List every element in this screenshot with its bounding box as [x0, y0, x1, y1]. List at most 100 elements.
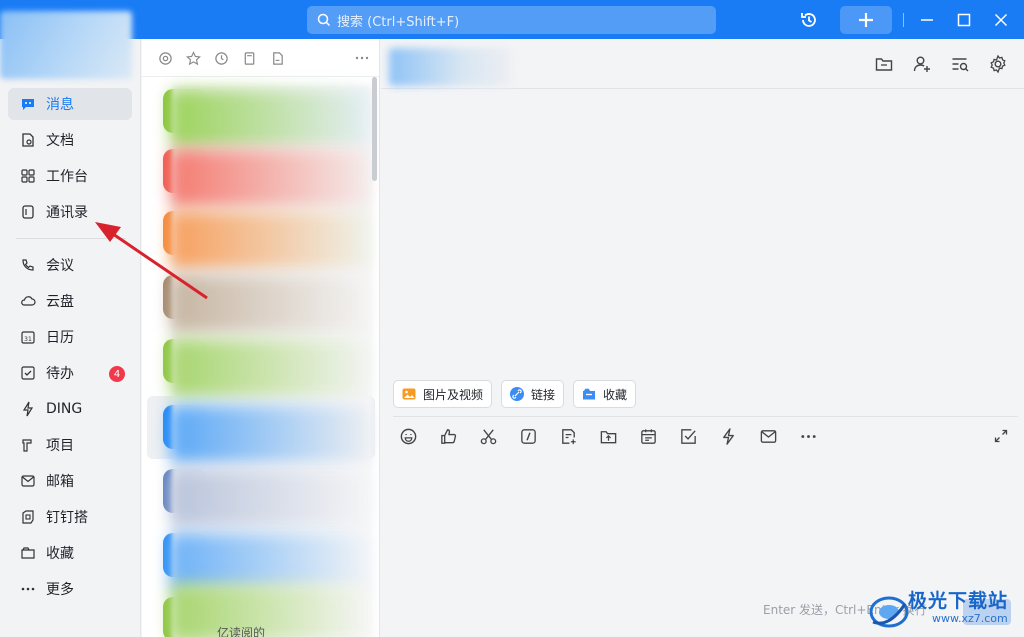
- star-icon[interactable]: [185, 50, 201, 66]
- titlebar-divider: [903, 13, 904, 27]
- conversation-preview: 亿读阅的: [217, 626, 266, 637]
- create-button[interactable]: [840, 6, 892, 34]
- upload-folder-icon[interactable]: [597, 425, 619, 447]
- scissors-icon[interactable]: [477, 425, 499, 447]
- sidebar-item-messages[interactable]: 消息: [8, 88, 132, 120]
- emoji-icon[interactable]: [397, 425, 419, 447]
- title-bar: 搜索 (Ctrl+Shift+F): [0, 0, 1024, 39]
- slash-command-icon[interactable]: [517, 425, 539, 447]
- calendar-icon: 31: [20, 329, 36, 345]
- sidebar-item-more[interactable]: 更多: [8, 573, 132, 605]
- folder-icon: [20, 545, 36, 561]
- calendar-icon[interactable]: [637, 425, 659, 447]
- mail-icon: [20, 473, 36, 489]
- history-icon[interactable]: [797, 8, 821, 32]
- sidebar-item-dingda[interactable]: 钉钉搭: [8, 501, 132, 533]
- images-videos-button[interactable]: 图片及视频: [393, 380, 493, 408]
- sidebar-item-workbench[interactable]: 工作台: [8, 160, 132, 192]
- sidebar-item-meeting[interactable]: 会议: [8, 249, 132, 281]
- maximize-icon[interactable]: [952, 8, 976, 32]
- mail-icon[interactable]: [757, 425, 779, 447]
- project-icon: [20, 437, 36, 453]
- expand-icon[interactable]: [990, 425, 1012, 447]
- sidebar-item-label: 邮箱: [46, 474, 74, 490]
- grid-icon: [20, 168, 36, 184]
- minimize-icon[interactable]: [915, 8, 939, 32]
- phone-icon: [20, 257, 36, 273]
- add-user-icon[interactable]: [911, 53, 933, 75]
- search-list-icon[interactable]: [949, 53, 971, 75]
- sidebar-item-label: 钉钉搭: [46, 510, 88, 526]
- search-placeholder: 搜索 (Ctrl+Shift+F): [337, 14, 460, 30]
- search-input[interactable]: 搜索 (Ctrl+Shift+F): [307, 6, 716, 34]
- plus-icon: [859, 13, 873, 27]
- search-icon: [317, 13, 331, 27]
- collection-button[interactable]: 收藏: [573, 380, 637, 408]
- conversation-filter-bar: [142, 39, 379, 77]
- sidebar-item-label: 会议: [46, 258, 74, 274]
- sidebar-item-label: 待办: [46, 366, 74, 382]
- document-icon: [20, 132, 36, 148]
- watermark-url: www.xz7.com: [932, 612, 1008, 625]
- lightning-icon: [20, 401, 36, 417]
- close-icon[interactable]: [989, 8, 1013, 32]
- conversation-scrollbar[interactable]: [372, 77, 377, 181]
- build-icon: [20, 509, 36, 525]
- composer-divider: [393, 416, 1018, 417]
- sidebar-item-label: 通讯录: [46, 205, 88, 221]
- sidebar-item-label: DING: [46, 401, 83, 417]
- redacted-row: [170, 275, 370, 333]
- folder-icon[interactable]: [873, 53, 895, 75]
- settings-icon[interactable]: [987, 53, 1009, 75]
- cloud-icon: [20, 293, 36, 309]
- sidebar-item-project[interactable]: 项目: [8, 429, 132, 461]
- sidebar-item-docs[interactable]: 文档: [8, 124, 132, 156]
- at-icon[interactable]: [157, 50, 173, 66]
- collection-label: 收藏: [603, 387, 628, 402]
- redacted-row: [170, 584, 370, 637]
- sidebar-item-label: 云盘: [46, 294, 74, 310]
- collection-icon: [581, 386, 597, 402]
- sidebar-item-favorites[interactable]: 收藏: [8, 537, 132, 569]
- sidebar: 消息 文档 工作台 通讯录 会议 云盘 31 日历 待办 4 DING 项目 邮…: [0, 11, 141, 637]
- clock-icon[interactable]: [213, 50, 229, 66]
- redacted-row: [170, 469, 370, 527]
- sidebar-item-cloud[interactable]: 云盘: [8, 285, 132, 317]
- redacted-row: [170, 149, 370, 207]
- link-button[interactable]: 链接: [501, 380, 565, 408]
- conversation-list: 亿读阅的: [142, 39, 380, 637]
- sidebar-item-mail[interactable]: 邮箱: [8, 465, 132, 497]
- images-videos-label: 图片及视频: [423, 387, 484, 402]
- user-profile[interactable]: [0, 11, 132, 79]
- bookmark-icon[interactable]: [241, 50, 257, 66]
- chat-panel: 图片及视频 链接 收藏 Enter 发送，Ctrl+Enter 换行 极光下载站…: [381, 39, 1024, 637]
- sidebar-item-label: 工作台: [46, 169, 88, 185]
- more-icon: [20, 581, 36, 597]
- task-icon[interactable]: [677, 425, 699, 447]
- sidebar-item-label: 消息: [46, 97, 74, 113]
- more-icon[interactable]: [797, 425, 819, 447]
- message-icon: [20, 96, 36, 112]
- sidebar-item-label: 项目: [46, 438, 74, 454]
- sidebar-item-label: 收藏: [46, 546, 74, 562]
- sidebar-item-contacts[interactable]: 通讯录: [8, 196, 132, 228]
- contacts-icon: [20, 204, 36, 220]
- sidebar-divider: [16, 238, 126, 239]
- sidebar-item-calendar[interactable]: 31 日历: [8, 321, 132, 353]
- chat-header: [381, 39, 1024, 89]
- redacted-row: [170, 89, 370, 147]
- thumbs-up-icon[interactable]: [437, 425, 459, 447]
- link-label: 链接: [531, 387, 556, 402]
- link-icon: [509, 386, 525, 402]
- redacted-row: [170, 211, 370, 269]
- doc-plus-icon[interactable]: [557, 425, 579, 447]
- ding-icon[interactable]: [717, 425, 739, 447]
- sidebar-item-label: 更多: [46, 582, 74, 598]
- todo-count-badge: 4: [109, 366, 125, 382]
- more-icon[interactable]: [354, 50, 370, 66]
- sidebar-item-ding[interactable]: DING: [8, 393, 132, 425]
- sidebar-item-label: 文档: [46, 133, 74, 149]
- watermark-title: 极光下载站: [908, 590, 1009, 612]
- image-icon: [401, 386, 417, 402]
- file-icon[interactable]: [269, 50, 285, 66]
